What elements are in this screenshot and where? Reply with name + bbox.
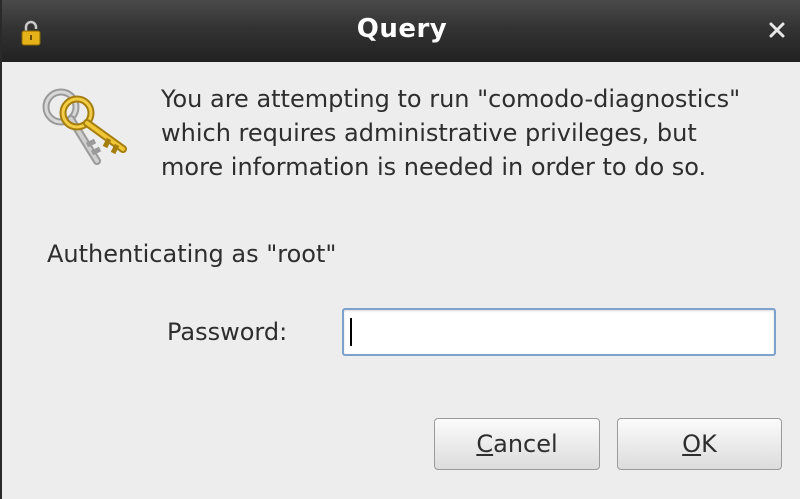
message-text: You are attempting to run "comodo-diagno…	[161, 82, 781, 184]
message-line: more information is needed in order to d…	[161, 153, 707, 181]
window-title: Query	[356, 14, 448, 44]
title-bar[interactable]: Query	[2, 0, 800, 62]
ok-mnemonic: O	[682, 430, 702, 458]
message-line: You are attempting to run "comodo-diagno…	[161, 85, 741, 113]
auth-user-label: Authenticating as "root"	[47, 240, 337, 268]
dialog-body: You are attempting to run "comodo-diagno…	[2, 62, 800, 499]
cancel-button[interactable]: Cancel	[434, 418, 600, 470]
close-icon[interactable]	[766, 19, 788, 41]
ok-label: K	[701, 430, 717, 458]
message-line: which requires administrative privileges…	[161, 119, 697, 147]
password-label: Password:	[167, 318, 288, 346]
text-caret	[350, 318, 352, 346]
cancel-label: ancel	[493, 430, 558, 458]
keys-icon	[42, 88, 127, 165]
query-dialog: Query You are attempting to run "comodo-…	[0, 0, 800, 499]
password-field[interactable]	[342, 308, 776, 356]
cancel-mnemonic: C	[476, 430, 494, 458]
ok-button[interactable]: OK	[617, 418, 782, 470]
